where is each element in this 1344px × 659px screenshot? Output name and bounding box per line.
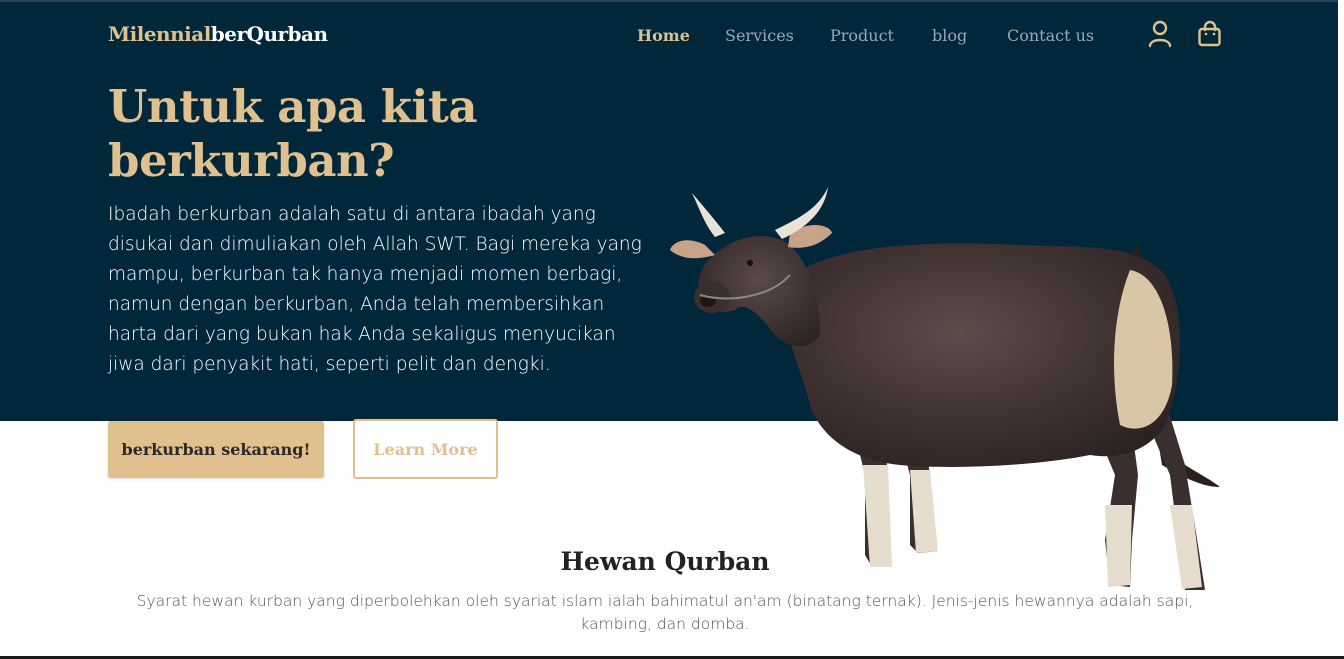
learn-more-button[interactable]: Learn More xyxy=(353,419,498,479)
nav-blog[interactable]: blog xyxy=(932,26,967,45)
user-icon[interactable] xyxy=(1148,20,1174,48)
nav-product[interactable]: Product xyxy=(830,26,894,45)
shopping-bag-icon[interactable] xyxy=(1197,20,1223,48)
page-edge xyxy=(1338,0,1344,659)
hero-description: Ibadah berkurban adalah satu di antara i… xyxy=(108,204,642,375)
top-border xyxy=(0,0,1344,2)
nav-contact[interactable]: Contact us xyxy=(1007,26,1094,45)
cow-image xyxy=(670,187,1220,590)
brand-part-1: Milennial xyxy=(108,22,211,46)
nav-services[interactable]: Services xyxy=(725,26,794,45)
nav-home[interactable]: Home xyxy=(637,26,690,45)
brand-logo[interactable]: MilennialberQurban xyxy=(108,22,328,46)
hero-title: Untuk apa kita berkurban? xyxy=(108,80,477,187)
brand-part-2: berQurban xyxy=(210,22,328,46)
berkurban-sekarang-button[interactable]: berkurban sekarang! xyxy=(108,421,324,478)
